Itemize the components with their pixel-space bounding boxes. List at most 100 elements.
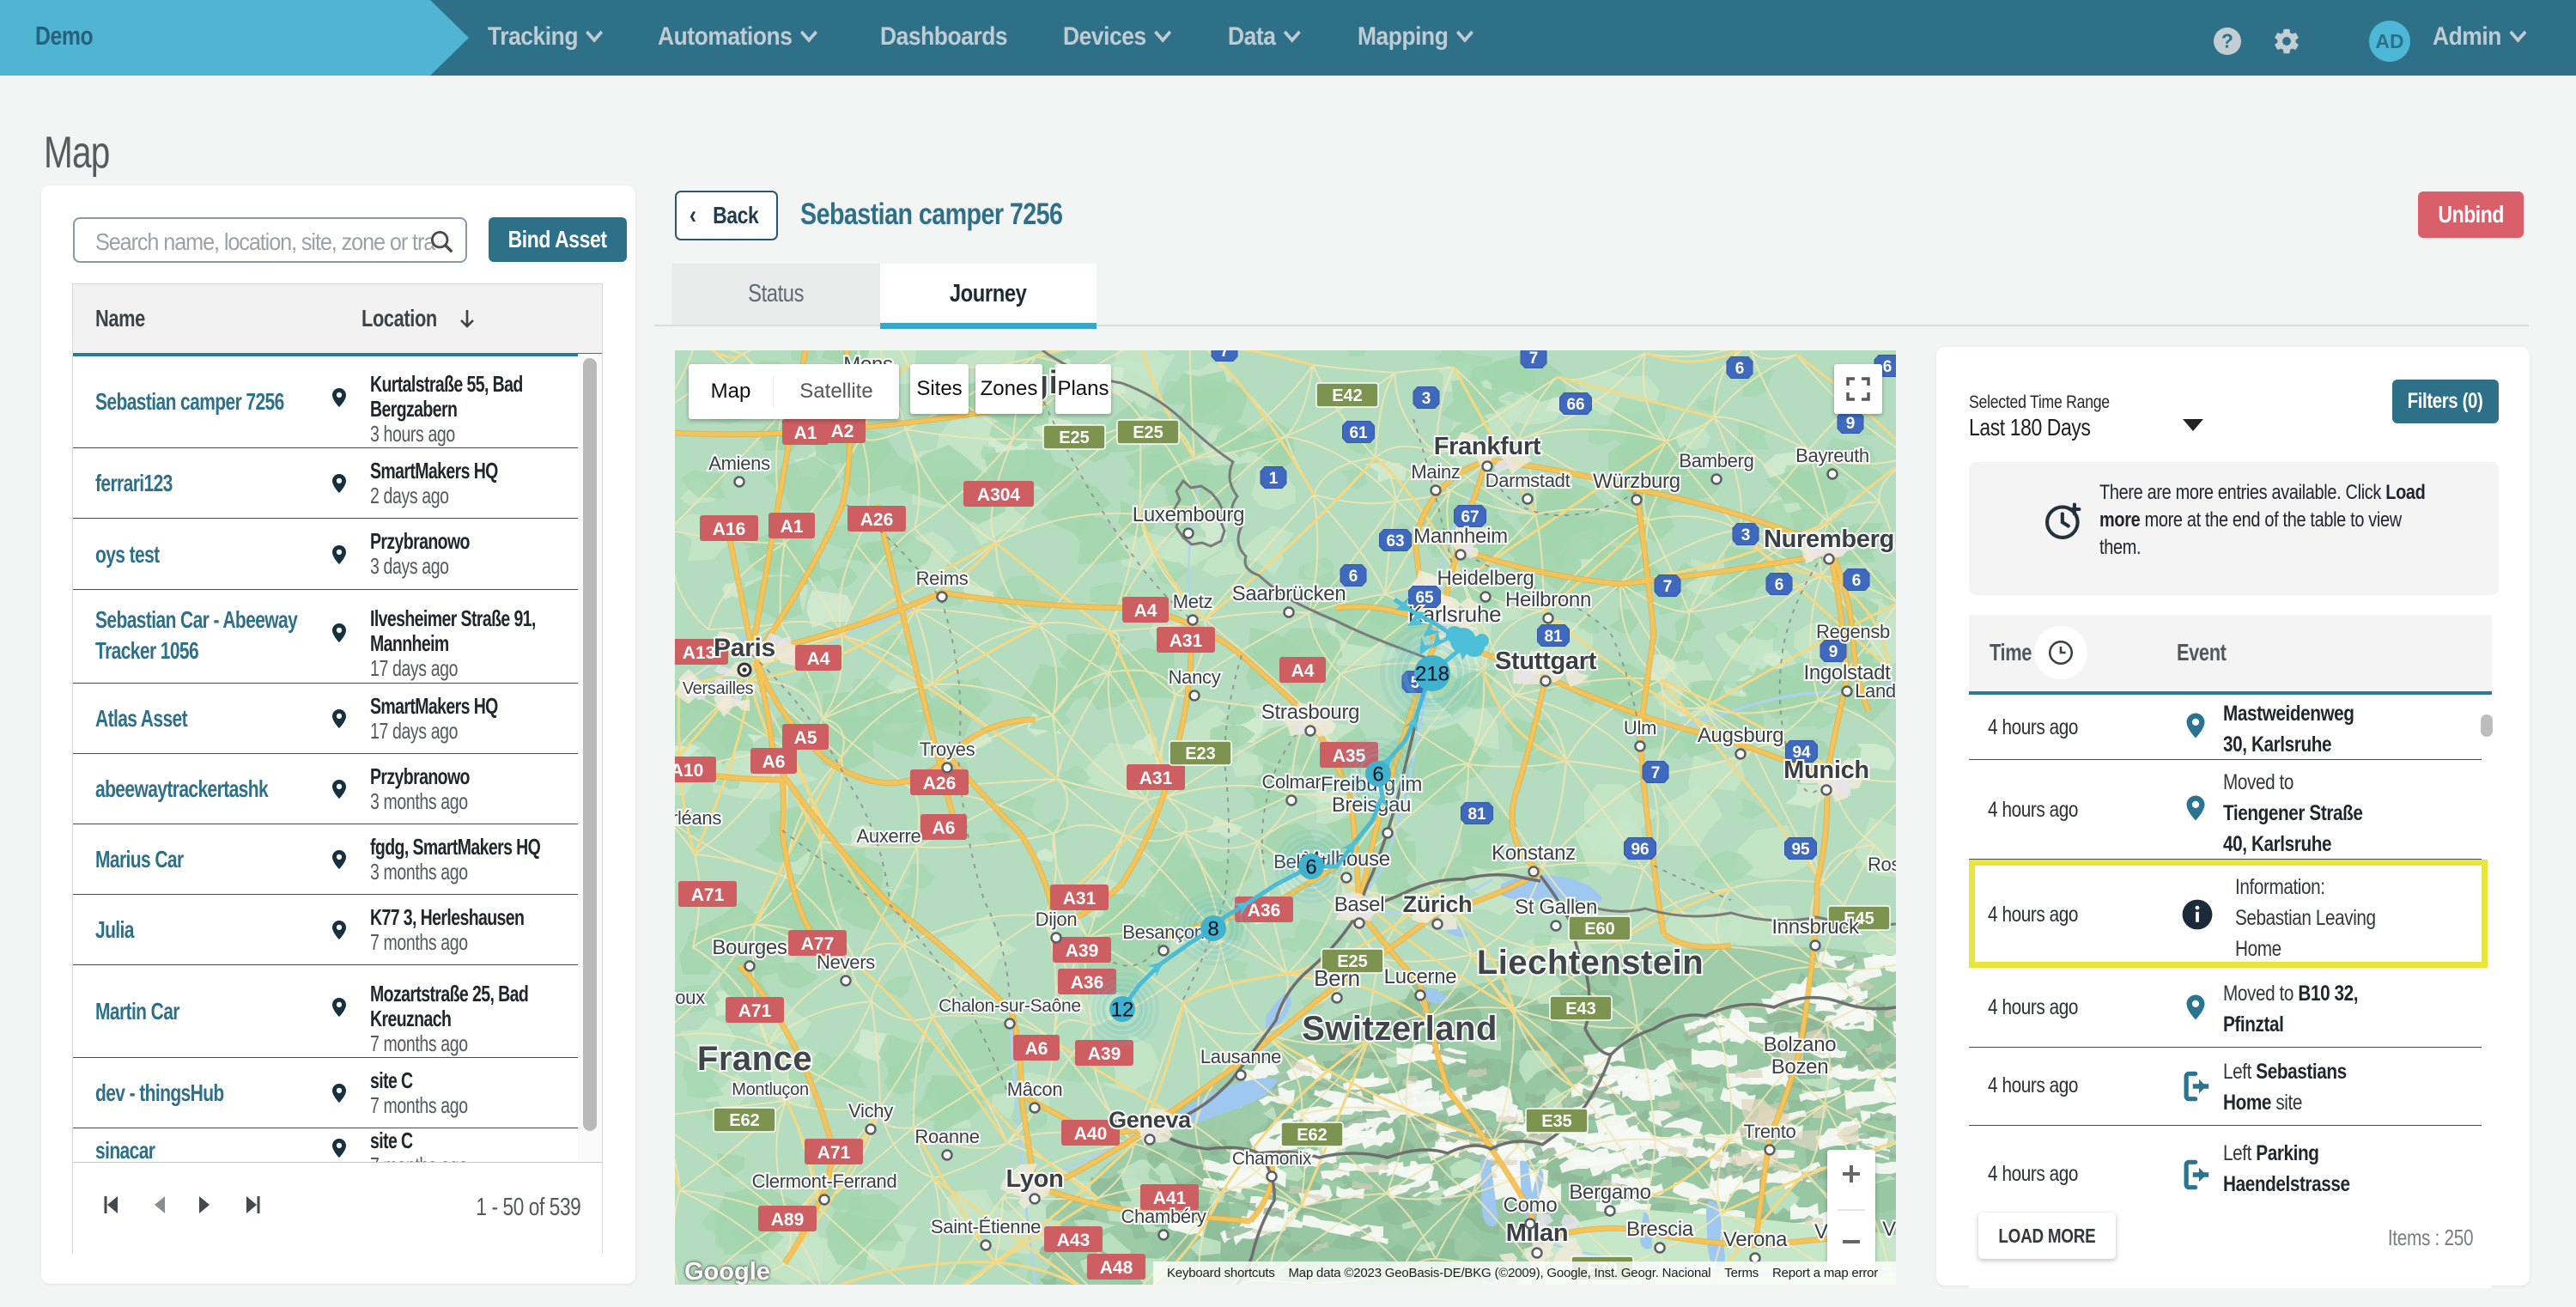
svg-text:E62: E62 — [729, 1111, 760, 1130]
svg-text:A1: A1 — [781, 517, 804, 537]
svg-text:Darmstadt: Darmstadt — [1485, 470, 1571, 491]
svg-text:Mainz: Mainz — [1411, 461, 1460, 483]
svg-text:6: 6 — [1735, 360, 1745, 378]
svg-text:Troyes: Troyes — [920, 739, 975, 760]
svg-text:Bergamo: Bergamo — [1569, 1181, 1650, 1204]
svg-text:Nancy: Nancy — [1169, 666, 1221, 688]
svg-text:Lucerne: Lucerne — [1384, 965, 1457, 988]
svg-text:A4: A4 — [807, 649, 830, 669]
svg-text:6: 6 — [1883, 358, 1893, 376]
svg-text:61: 61 — [1349, 424, 1368, 442]
svg-text:A13: A13 — [683, 643, 716, 663]
svg-text:8: 8 — [1207, 918, 1218, 941]
svg-text:A43: A43 — [1057, 1231, 1091, 1250]
svg-text:Chambéry: Chambéry — [1121, 1206, 1206, 1227]
svg-text:A40: A40 — [1074, 1124, 1108, 1144]
svg-text:A1: A1 — [794, 423, 817, 443]
svg-text:uroux: uroux — [675, 987, 705, 1008]
svg-text:Bozen: Bozen — [1771, 1055, 1829, 1079]
svg-text:1: 1 — [1269, 470, 1279, 488]
svg-text:E60: E60 — [1584, 920, 1615, 939]
svg-text:Strasbourg: Strasbourg — [1261, 701, 1359, 724]
svg-text:6: 6 — [1372, 763, 1383, 787]
svg-text:Bourges: Bourges — [712, 936, 787, 959]
svg-text:Saint-Étienne: Saint-Étienne — [931, 1216, 1041, 1237]
svg-text:A39: A39 — [1066, 941, 1099, 961]
svg-text:7: 7 — [1651, 764, 1661, 782]
svg-text:Rosen: Rosen — [1868, 854, 1896, 875]
svg-text:A39: A39 — [1088, 1044, 1121, 1064]
svg-text:E25: E25 — [1059, 429, 1090, 447]
svg-text:France: France — [697, 1040, 812, 1078]
svg-text:67: 67 — [1461, 508, 1479, 526]
svg-text:7: 7 — [1529, 350, 1539, 368]
svg-text:Brescia: Brescia — [1626, 1218, 1694, 1241]
svg-text:Auxerre: Auxerre — [857, 825, 921, 847]
svg-text:6: 6 — [1305, 856, 1316, 879]
svg-text:Würzburg: Würzburg — [1593, 470, 1680, 493]
svg-text:Innsbruck: Innsbruck — [1771, 915, 1860, 939]
svg-text:Bamberg: Bamberg — [1679, 450, 1753, 471]
svg-text:Luxembourg: Luxembourg — [1133, 503, 1244, 526]
svg-text:Mannheim: Mannheim — [1413, 525, 1508, 548]
svg-text:A71: A71 — [691, 885, 725, 905]
svg-text:E25: E25 — [1133, 423, 1163, 442]
svg-text:95: 95 — [1791, 841, 1810, 859]
svg-text:6: 6 — [1349, 568, 1358, 586]
svg-text:Heidelberg: Heidelberg — [1437, 567, 1534, 590]
svg-text:E35: E35 — [1541, 1112, 1572, 1131]
svg-text:Stuttgart: Stuttgart — [1495, 647, 1597, 675]
svg-text:A6: A6 — [1025, 1039, 1048, 1059]
svg-text:rléans: rléans — [675, 807, 721, 829]
svg-text:A304: A304 — [977, 485, 1021, 505]
svg-text:Heilbronn: Heilbronn — [1505, 588, 1591, 611]
svg-text:Colmar: Colmar — [1261, 771, 1321, 793]
svg-text:A6: A6 — [933, 818, 956, 838]
svg-text:Clermont-Ferrand: Clermont-Ferrand — [752, 1170, 897, 1192]
svg-text:9: 9 — [1846, 415, 1856, 433]
svg-text:Bayreuth: Bayreuth — [1795, 445, 1869, 466]
svg-text:E42: E42 — [1332, 386, 1363, 405]
svg-text:Mâcon: Mâcon — [1007, 1079, 1063, 1100]
svg-text:Konstanz: Konstanz — [1492, 842, 1576, 865]
svg-text:St Gallen: St Gallen — [1515, 896, 1597, 919]
svg-text:?: ? — [2221, 30, 2233, 52]
svg-text:Paris: Paris — [714, 634, 775, 662]
svg-text:81: 81 — [1467, 805, 1486, 824]
svg-text:A71: A71 — [817, 1143, 851, 1163]
svg-text:E43: E43 — [1565, 1000, 1596, 1018]
svg-text:Como: Como — [1504, 1194, 1558, 1217]
svg-text:7: 7 — [1663, 578, 1673, 596]
svg-text:Land: Land — [1855, 680, 1896, 702]
svg-text:3: 3 — [1741, 526, 1751, 544]
svg-text:66: 66 — [1566, 396, 1584, 414]
svg-text:Versailles: Versailles — [683, 679, 754, 698]
svg-text:12: 12 — [1111, 999, 1134, 1022]
svg-text:Chalon-sur-Saône: Chalon-sur-Saône — [939, 996, 1081, 1016]
svg-text:Zürich: Zürich — [1403, 891, 1473, 917]
svg-text:A2: A2 — [831, 422, 854, 441]
svg-text:Basel: Basel — [1334, 893, 1385, 916]
svg-text:Chamonix: Chamonix — [1232, 1149, 1312, 1169]
svg-text:A16: A16 — [713, 520, 746, 539]
svg-text:218: 218 — [1415, 663, 1449, 686]
svg-text:Metz: Metz — [1173, 591, 1212, 612]
svg-text:Reims: Reims — [916, 568, 969, 589]
svg-text:E62: E62 — [1297, 1126, 1327, 1145]
svg-text:63: 63 — [1386, 532, 1404, 550]
svg-text:A10: A10 — [675, 761, 703, 781]
svg-text:Dijon: Dijon — [1036, 909, 1078, 930]
svg-text:9: 9 — [1829, 643, 1838, 661]
svg-text:3: 3 — [1422, 390, 1431, 408]
svg-text:A31: A31 — [1139, 769, 1173, 788]
svg-text:A36: A36 — [1248, 901, 1281, 921]
svg-text:A26: A26 — [923, 774, 957, 793]
svg-text:Munich: Munich — [1783, 757, 1869, 784]
svg-text:A6: A6 — [762, 752, 786, 772]
svg-text:Bern: Bern — [1314, 965, 1360, 991]
svg-text:Liechtenstein: Liechtenstein — [1477, 944, 1704, 982]
svg-text:Roanne: Roanne — [914, 1126, 979, 1147]
svg-text:E23: E23 — [1185, 745, 1216, 763]
svg-text:Amiens: Amiens — [708, 453, 770, 474]
svg-text:A26: A26 — [860, 510, 894, 530]
